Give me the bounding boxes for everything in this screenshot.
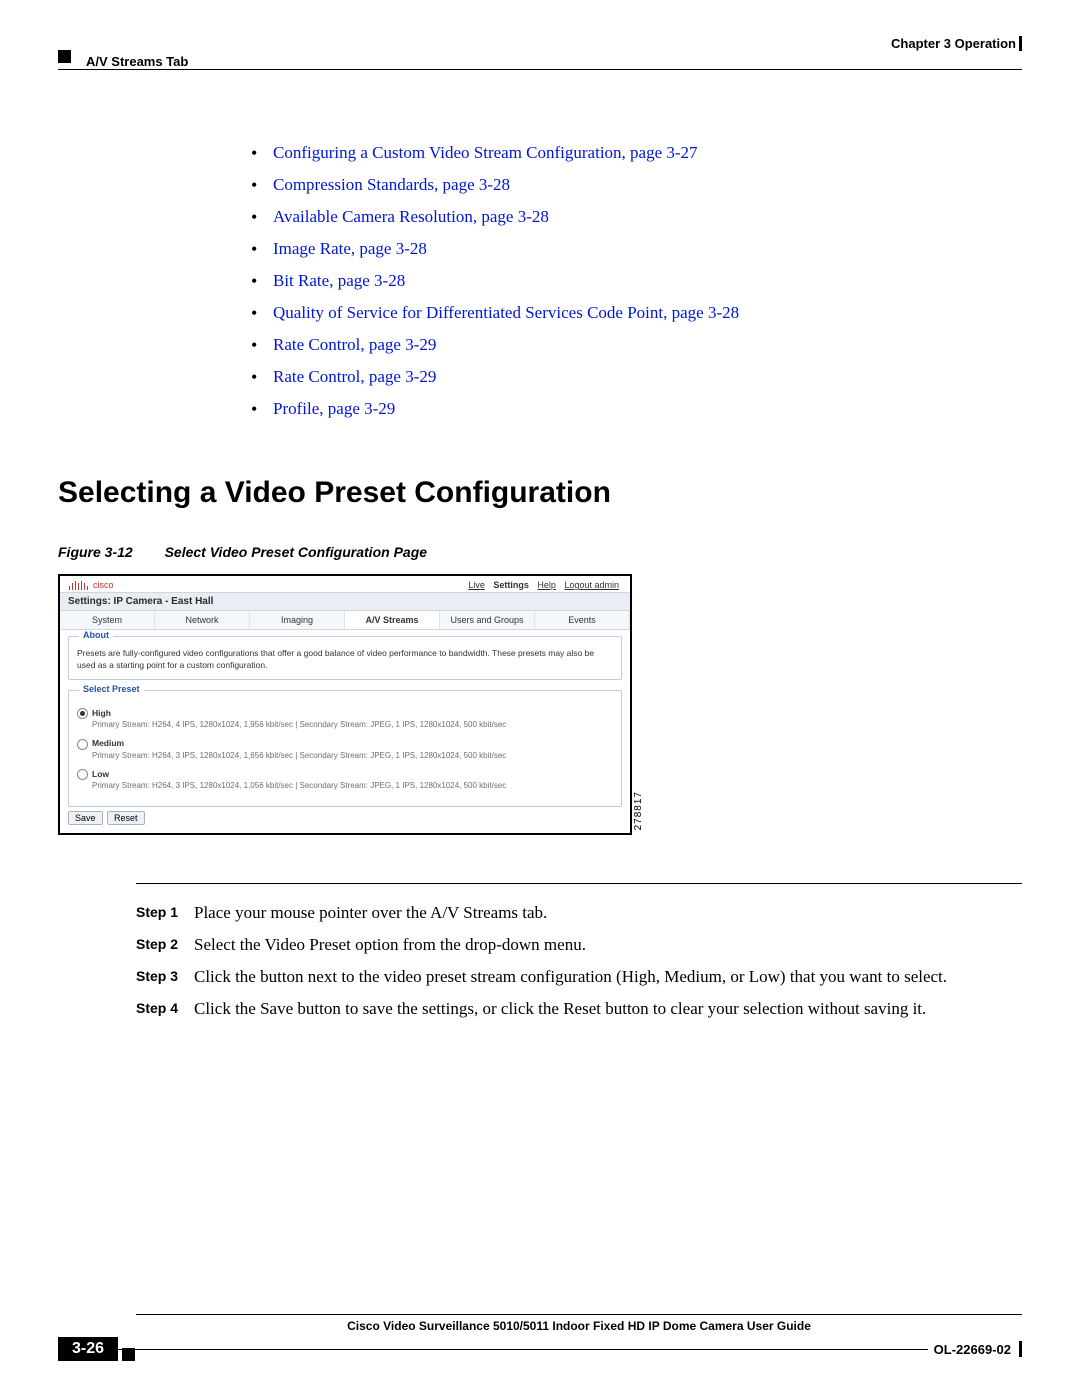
select-preset-legend: Select Preset (79, 684, 144, 694)
step-text: Click the Save button to save the settin… (194, 998, 1022, 1020)
tab-system[interactable]: System (60, 611, 155, 629)
step-label: Step 2 (136, 936, 194, 956)
reset-button[interactable]: Reset (107, 811, 145, 825)
help-link[interactable]: Help (537, 580, 556, 590)
xref-link[interactable]: Quality of Service for Differentiated Se… (273, 303, 739, 322)
about-legend: About (79, 630, 113, 640)
step-label: Step 1 (136, 904, 194, 924)
settings-link[interactable]: Settings (493, 580, 529, 590)
xref-link[interactable]: Profile, page 3-29 (273, 399, 395, 418)
figure-screenshot: 278817 cisco Live Settings Help Logout a… (58, 574, 632, 835)
tab-bar: System Network Imaging A/V Streams Users… (60, 611, 630, 630)
step-row: Step 3 Click the button next to the vide… (136, 966, 1022, 988)
preset-desc: Primary Stream: H264, 3 IPS, 1280x1024, … (92, 750, 613, 762)
logout-link[interactable]: Logout admin (564, 580, 619, 590)
xref-link[interactable]: Rate Control, page 3-29 (273, 367, 436, 386)
tab-imaging[interactable]: Imaging (250, 611, 345, 629)
step-row: Step 4 Click the Save button to save the… (136, 998, 1022, 1020)
preset-desc: Primary Stream: H264, 3 IPS, 1280x1024, … (92, 780, 613, 792)
tab-network[interactable]: Network (155, 611, 250, 629)
figure-id: 278817 (633, 791, 644, 830)
step-label: Step 3 (136, 968, 194, 988)
doc-title: Cisco Video Surveillance 5010/5011 Indoo… (136, 1319, 1022, 1333)
separator-rule (136, 883, 1022, 884)
doc-id: OL-22669-02 (934, 1342, 1011, 1357)
step-text: Place your mouse pointer over the A/V St… (194, 902, 1022, 924)
procedure-steps: Step 1 Place your mouse pointer over the… (136, 902, 1022, 1020)
section-heading: Selecting a Video Preset Configuration (58, 476, 1022, 510)
page-footer: Cisco Video Surveillance 5010/5011 Indoo… (58, 1314, 1022, 1361)
app-top-links: Live Settings Help Logout admin (465, 580, 622, 590)
about-group: About Presets are fully-configured video… (68, 636, 622, 680)
breadcrumb: Settings: IP Camera - East Hall (60, 592, 630, 611)
step-text: Select the Video Preset option from the … (194, 934, 1022, 956)
figure-caption: Figure 3-12 Select Video Preset Configur… (58, 544, 1022, 560)
figure-title: Select Video Preset Configuration Page (165, 544, 427, 560)
section-path: A/V Streams Tab (86, 54, 188, 69)
preset-option-medium[interactable]: Medium Primary Stream: H264, 3 IPS, 1280… (77, 737, 613, 761)
radio-icon[interactable] (77, 708, 88, 719)
cisco-logo-icon: cisco (68, 580, 114, 590)
footer-bar-icon (1019, 1341, 1022, 1357)
xref-link[interactable]: Rate Control, page 3-29 (273, 335, 436, 354)
step-row: Step 1 Place your mouse pointer over the… (136, 902, 1022, 924)
radio-icon[interactable] (77, 769, 88, 780)
footer-square-icon (122, 1348, 135, 1361)
figure-number: Figure 3-12 (58, 544, 133, 560)
xref-link[interactable]: Configuring a Custom Video Stream Config… (273, 143, 698, 162)
preset-option-high[interactable]: High Primary Stream: H264, 4 IPS, 1280x1… (77, 707, 613, 731)
tab-avstreams[interactable]: A/V Streams (345, 611, 440, 629)
footer-rule (136, 1314, 1022, 1315)
preset-desc: Primary Stream: H264, 4 IPS, 1280x1024, … (92, 719, 613, 731)
footer-line (118, 1349, 928, 1350)
step-label: Step 4 (136, 1000, 194, 1020)
step-text: Click the button next to the video prese… (194, 966, 1022, 988)
page-number: 3-26 (58, 1337, 118, 1361)
step-row: Step 2 Select the Video Preset option fr… (136, 934, 1022, 956)
live-link[interactable]: Live (468, 580, 485, 590)
select-preset-group: Select Preset High Primary Stream: H264,… (68, 690, 622, 807)
about-text: Presets are fully-configured video confi… (69, 637, 621, 679)
tab-users[interactable]: Users and Groups (440, 611, 535, 629)
radio-icon[interactable] (77, 739, 88, 750)
xref-list: Configuring a Custom Video Stream Config… (233, 142, 1022, 420)
tab-events[interactable]: Events (535, 611, 630, 629)
preset-option-low[interactable]: Low Primary Stream: H264, 3 IPS, 1280x10… (77, 768, 613, 792)
xref-link[interactable]: Bit Rate, page 3-28 (273, 271, 405, 290)
header-square-icon (58, 50, 71, 63)
header-bar-icon (1019, 36, 1022, 51)
chapter-label: Chapter 3 Operation (891, 36, 1016, 51)
xref-link[interactable]: Compression Standards, page 3-28 (273, 175, 510, 194)
xref-link[interactable]: Available Camera Resolution, page 3-28 (273, 207, 549, 226)
header-rule (58, 69, 1022, 70)
save-button[interactable]: Save (68, 811, 103, 825)
page-header: Chapter 3 Operation A/V Streams Tab (58, 36, 1022, 70)
xref-link[interactable]: Image Rate, page 3-28 (273, 239, 427, 258)
